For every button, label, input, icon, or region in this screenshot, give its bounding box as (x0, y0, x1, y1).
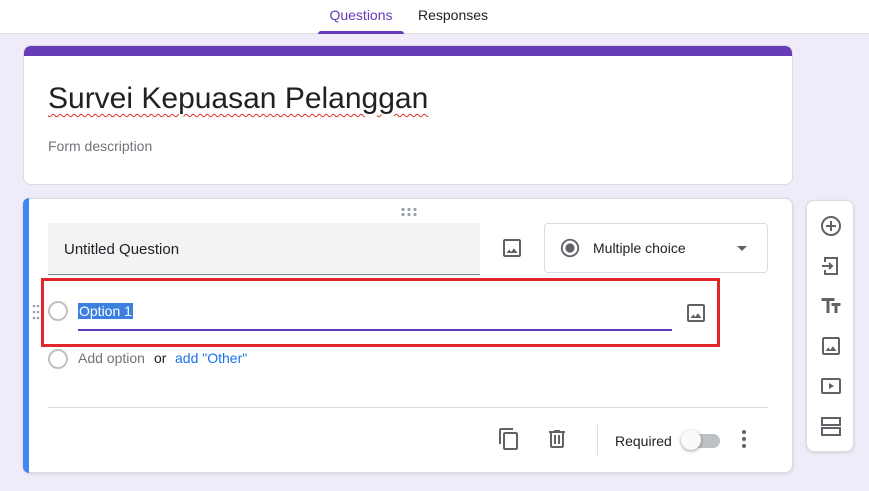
question-type-dropdown[interactable]: Multiple choice (544, 223, 768, 273)
duplicate-icon[interactable] (497, 427, 521, 451)
dropdown-arrow-icon (737, 246, 747, 251)
question-title-text: Untitled Question (64, 241, 180, 258)
add-option-button[interactable]: Add option (78, 350, 145, 366)
option-drag-handle-icon[interactable] (32, 302, 40, 322)
more-options-icon[interactable] (736, 428, 752, 450)
question-title-field[interactable]: Untitled Question (48, 223, 480, 275)
add-title-icon[interactable] (819, 294, 843, 318)
import-questions-icon[interactable] (819, 254, 843, 278)
active-tab-indicator (318, 31, 404, 34)
add-image-icon[interactable] (819, 334, 843, 358)
add-question-icon[interactable] (819, 214, 843, 238)
add-image-icon[interactable] (500, 236, 524, 260)
or-text: or (154, 350, 167, 366)
form-title-card: Survei Kepuasan Pelanggan Form descripti… (23, 45, 793, 185)
form-title[interactable]: Survei Kepuasan Pelanggan (48, 82, 428, 116)
form-description-field[interactable]: Form description (48, 138, 152, 154)
delete-icon[interactable] (545, 427, 569, 451)
tab-questions[interactable]: Questions (318, 0, 404, 34)
add-video-icon[interactable] (819, 374, 843, 398)
tab-responses[interactable]: Responses (410, 0, 496, 34)
footer-divider (48, 407, 768, 408)
radio-checked-icon (560, 238, 580, 258)
drag-handle-icon[interactable] (400, 207, 418, 217)
floating-toolbar (806, 200, 854, 452)
add-option-radio (48, 349, 68, 369)
footer-vertical-divider (597, 425, 598, 455)
add-section-icon[interactable] (819, 414, 843, 438)
active-card-indicator (23, 198, 29, 473)
highlight-annotation-box (41, 278, 720, 347)
required-toggle-thumb[interactable] (681, 430, 701, 450)
required-label: Required (615, 433, 672, 449)
title-card-accent (24, 46, 792, 56)
add-other-button[interactable]: add "Other" (175, 350, 247, 366)
question-type-label: Multiple choice (593, 240, 686, 256)
top-bar: Questions Responses (0, 0, 869, 34)
